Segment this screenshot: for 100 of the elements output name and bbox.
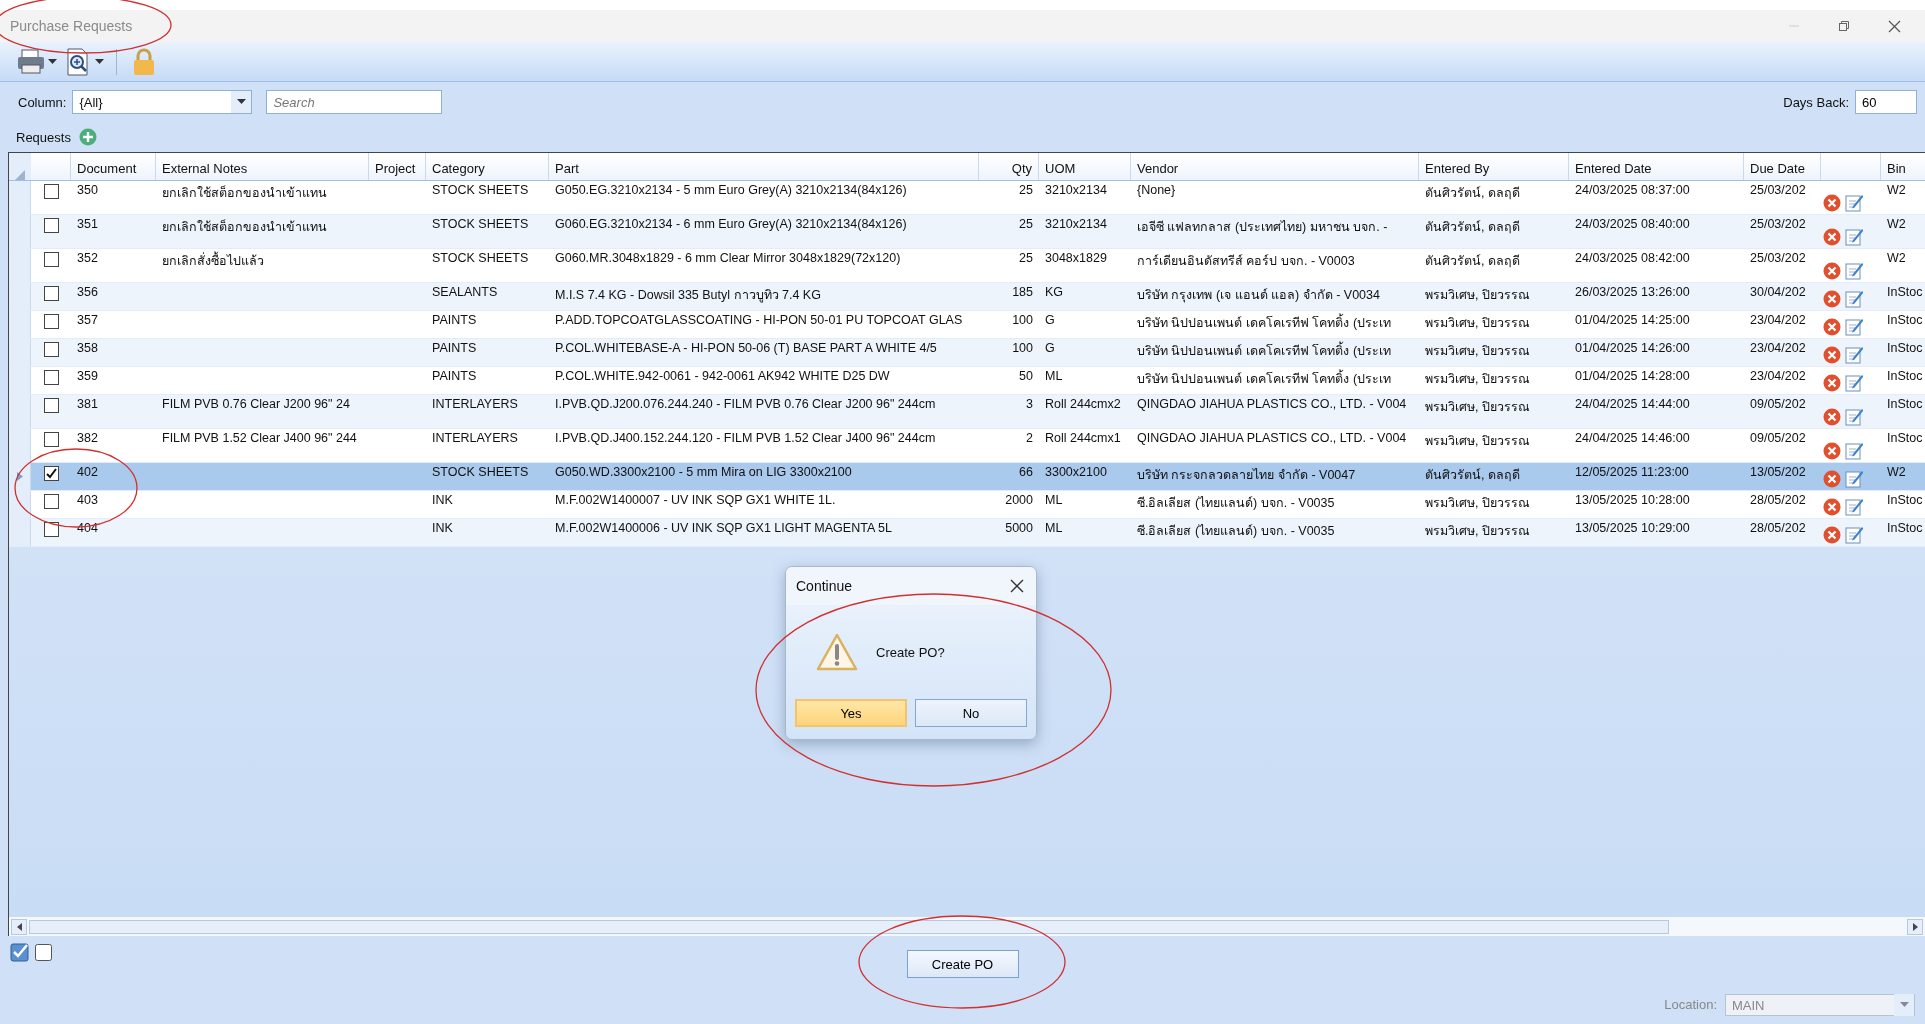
table-cell-text: พรมวิเศษ, ปิยวรรณ bbox=[1424, 399, 1531, 416]
table-cell-text: 351 bbox=[76, 216, 99, 233]
delete-icon[interactable] bbox=[1823, 442, 1841, 460]
column-header[interactable]: Document bbox=[71, 153, 156, 180]
uncheck-all-icon[interactable] bbox=[34, 942, 54, 962]
dialog-button[interactable]: Yes bbox=[795, 699, 907, 727]
edit-icon[interactable] bbox=[1845, 192, 1863, 212]
table-cell-text: W2 bbox=[1886, 216, 1907, 233]
table-row[interactable]: 350 ยกเลิกใช้สต็อกของนำเข้าแทน STOCK SHEETS G050.EG.3210x2134 - 5 mm Euro Grey(A) 3210x2134(84x126) 25 3210x2134 {None} ตันศิวรัตน์, ดลฤดี 24/03/2025 08:37:00 25/03/202 W2 bbox=[9, 181, 1925, 215]
checkbox[interactable] bbox=[43, 466, 59, 481]
edit-icon[interactable] bbox=[1845, 496, 1863, 516]
table-row[interactable]: 352 ยกเลิกสั่งซื้อไปแล้ว STOCK SHEETS G060.MR.3048x1829 - 6 mm Clear Mirror 3048x1829(72x120) 25 3048x1829 การ์เดียนอินดัสทรีส์ คอร์ป บจก. - V0003 ตันศิวรัตน์, ดลฤดี 24/03/2025 08:42:00 25/03/202 W2 bbox=[9, 249, 1925, 283]
table-row[interactable] bbox=[9, 215, 1925, 249]
checkbox[interactable] bbox=[43, 432, 59, 447]
table-row[interactable] bbox=[9, 429, 1925, 463]
table-cell-text: W2 bbox=[1886, 464, 1907, 481]
table-row[interactable]: 357 PAINTS P.ADD.TOPCOATGLASSCOATING - HI-PON 50-01 PU TOPCOAT GLAS 100 G บริษัท นิปปอนเพนต์ เดคโคเรทีฟ โคทติ้ง (ประเท พรมวิเศษ, ปิยวรรณ 01/04/2025 14:25:00 23/04/202 InStoc bbox=[9, 311, 1925, 339]
table-cell-text: 352 bbox=[76, 250, 99, 267]
column-header[interactable]: Project bbox=[369, 153, 426, 180]
edit-icon[interactable] bbox=[1845, 226, 1863, 246]
checkbox[interactable] bbox=[43, 342, 59, 357]
edit-icon[interactable] bbox=[1845, 468, 1863, 488]
search-field[interactable]: Search bbox=[266, 90, 443, 114]
checkbox[interactable] bbox=[43, 184, 59, 199]
checkbox[interactable] bbox=[43, 522, 59, 537]
delete-icon[interactable] bbox=[1823, 408, 1841, 426]
days-back-field[interactable]: 60 bbox=[1855, 90, 1917, 114]
create-po-button[interactable]: Create PO bbox=[906, 950, 1019, 978]
table-cell-text: 25/03/202 bbox=[1749, 250, 1807, 267]
table-cell-text: 5000 bbox=[1004, 520, 1034, 537]
delete-icon[interactable] bbox=[1823, 318, 1841, 336]
dropdown-arrow-icon[interactable] bbox=[48, 58, 57, 65]
printer-icon[interactable] bbox=[16, 46, 46, 77]
dialog-button[interactable]: No bbox=[915, 699, 1027, 727]
close-icon[interactable] bbox=[1888, 19, 1901, 33]
column-header[interactable]: Entered Date bbox=[1569, 153, 1744, 180]
edit-icon[interactable] bbox=[1845, 406, 1863, 426]
column-header[interactable]: Due Date bbox=[1744, 153, 1821, 180]
warning-icon bbox=[816, 633, 858, 671]
scroll-right-icon[interactable] bbox=[1912, 922, 1918, 931]
edit-icon[interactable] bbox=[1845, 440, 1863, 460]
column-dropdown[interactable]: {All} bbox=[72, 90, 253, 114]
checkbox[interactable] bbox=[43, 370, 59, 385]
delete-icon[interactable] bbox=[1823, 498, 1841, 516]
edit-icon[interactable] bbox=[1845, 316, 1863, 336]
scroll-left-icon[interactable] bbox=[16, 922, 22, 931]
table-cell-text: 25/03/202 bbox=[1749, 216, 1807, 233]
delete-icon[interactable] bbox=[1823, 290, 1841, 308]
checkbox[interactable] bbox=[43, 494, 59, 509]
table-row[interactable]: 358 PAINTS P.COL.WHITEBASE-A - HI-PON 50-06 (T) BASE PART A WHITE 4/5 100 G บริษัท นิปปอนเพนต์ เดคโคเรทีฟ โคทติ้ง (ประเท พรมวิเศษ, ปิยวรรณ 01/04/2025 14:26:00 23/04/202 InStoc bbox=[9, 339, 1925, 367]
column-header[interactable]: External Notes bbox=[156, 153, 369, 180]
column-header[interactable]: Part bbox=[549, 153, 979, 180]
edit-icon[interactable] bbox=[1845, 372, 1863, 392]
edit-icon[interactable] bbox=[1845, 344, 1863, 364]
delete-icon[interactable] bbox=[1823, 470, 1841, 488]
delete-icon[interactable] bbox=[1823, 194, 1841, 212]
edit-icon[interactable] bbox=[1845, 260, 1863, 280]
checkbox[interactable] bbox=[43, 314, 59, 329]
table-row[interactable] bbox=[9, 395, 1925, 429]
column-header[interactable]: Entered By bbox=[1419, 153, 1569, 180]
table-cell: บริษัท นิปปอนเพนต์ เดคโคเรทีฟ โคทติ้ง (ประเท bbox=[1131, 367, 1419, 394]
table-cell-text: InStoc bbox=[1886, 492, 1924, 509]
checkbox[interactable] bbox=[43, 286, 59, 301]
table-cell-text: 13/05/2025 10:28:00 bbox=[1574, 492, 1691, 509]
close-icon[interactable] bbox=[1010, 579, 1024, 593]
table-row[interactable]: 356 SEALANTS M.I.S 7.4 KG - Dowsil 335 Butyl กาวบูทิว 7.4 KG 185 KG บริษัท กรุงเทพ (เจ แอนด์ แอล) จำกัด - V0034 พรมวิเศษ, ปิยวรรณ 26/03/2025 13:26:00 30/04/202 InStoc bbox=[9, 283, 1925, 311]
delete-icon[interactable] bbox=[1823, 228, 1841, 246]
delete-icon[interactable] bbox=[1823, 526, 1841, 544]
table-cell-text: PAINTS bbox=[431, 340, 478, 357]
table-cell: บริษัท นิปปอนเพนต์ เดคโคเรทีฟ โคทติ้ง (ประเท bbox=[1131, 311, 1419, 338]
table-row[interactable]: 403 INK M.F.002W1400007 - UV INK SQP GX1 WHITE 1L. 2000 ML ซี.อิลเลียส (ไทยแลนด์) บจก. - V0035 พรมวิเศษ, ปิยวรรณ 13/05/2025 10:28:00 28/05/202 InStoc bbox=[9, 491, 1925, 519]
edit-icon[interactable] bbox=[1845, 524, 1863, 544]
column-header[interactable]: UOM bbox=[1039, 153, 1131, 180]
checkbox[interactable] bbox=[43, 218, 59, 233]
checkbox[interactable] bbox=[43, 252, 59, 267]
table-row[interactable]: 359 PAINTS P.COL.WHITE.942-0061 - 942-0061 AK942 WHITE D25 DW 50 ML บริษัท นิปปอนเพนต์ เดคโคเรทีฟ โคทติ้ง (ประเท พรมวิเศษ, ปิยวรรณ 01/04/2025 14:28:00 23/04/202 InStoc bbox=[9, 367, 1925, 395]
checkbox[interactable] bbox=[43, 398, 59, 413]
dropdown-arrow-icon[interactable] bbox=[95, 58, 104, 65]
table-cell-text: 09/05/202 bbox=[1749, 430, 1807, 447]
horizontal-scrollbar[interactable] bbox=[9, 916, 1925, 936]
column-header[interactable]: Category bbox=[426, 153, 549, 180]
column-header[interactable]: Bin bbox=[1881, 153, 1925, 180]
table-cell-text: STOCK SHEETS bbox=[431, 464, 530, 481]
table-cell-text: 359 bbox=[76, 368, 99, 385]
table-cell-text: G060.MR.3048x1829 - 6 mm Clear Mirror 3048x1829(72x120) bbox=[554, 250, 902, 267]
restore-icon[interactable] bbox=[1838, 20, 1850, 32]
table-cell-text: InStoc bbox=[1886, 430, 1924, 447]
delete-icon[interactable] bbox=[1823, 374, 1841, 392]
table-row[interactable]: 402 STOCK SHEETS G050.WD.3300x2100 - 5 mm Mira on LIG 3300x2100 66 3300x2100 บริษัท กระจกลวดลายไทย จำกัด - V0047 ตันศิวรัตน์, ดลฤดี 12/05/2025 11:23:00 13/05/202 W2 bbox=[9, 463, 1925, 491]
edit-icon[interactable] bbox=[1845, 288, 1863, 308]
delete-icon[interactable] bbox=[1823, 346, 1841, 364]
table-cell-text: QINGDAO JIAHUA PLASTICS CO., LTD. - V004 bbox=[1136, 396, 1408, 413]
table-cell-text: InStoc bbox=[1886, 284, 1924, 301]
column-header[interactable]: Qty bbox=[979, 153, 1039, 180]
add-icon[interactable] bbox=[78, 128, 97, 146]
check-all-icon[interactable] bbox=[10, 942, 30, 962]
column-header[interactable]: Vendor bbox=[1131, 153, 1419, 180]
table-cell-text: 23/04/202 bbox=[1749, 340, 1807, 357]
delete-icon[interactable] bbox=[1823, 262, 1841, 280]
table-cell-text: 26/03/2025 13:26:00 bbox=[1574, 284, 1691, 301]
